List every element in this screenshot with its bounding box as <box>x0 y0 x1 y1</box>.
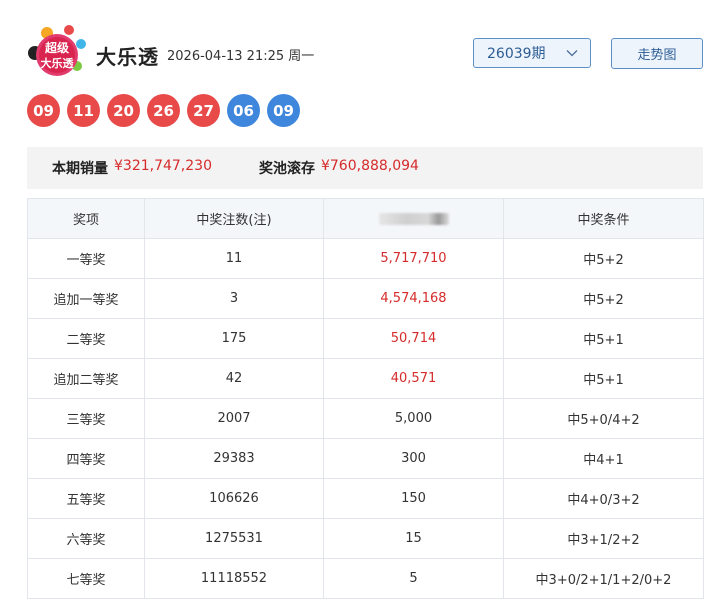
column-header-condition: 中奖条件 <box>503 198 704 239</box>
table-row: 三等奖 2007 5,000 中5+0/4+2 <box>27 398 704 439</box>
prize-cell: 追加二等奖 <box>27 358 145 399</box>
front-ball: 11 <box>67 94 100 127</box>
condition-cell: 中5+1 <box>503 358 704 399</box>
table-row: 追加一等奖 3 4,574,168 中5+2 <box>27 278 704 319</box>
count-cell: 3 <box>144 278 324 319</box>
table-row: 七等奖 11118552 5 中3+0/2+1/1+2/0+2 <box>27 558 704 599</box>
condition-cell: 中5+2 <box>503 278 704 319</box>
front-ball: 09 <box>27 94 60 127</box>
count-cell: 1275531 <box>144 518 324 559</box>
count-cell: 29383 <box>144 438 324 479</box>
sales-summary: 本期销量 ¥321,747,230 奖池滚存 ¥760,888,094 <box>27 147 703 189</box>
prize-cell: 五等奖 <box>27 478 145 519</box>
table-row: 一等奖 11 5,717,710 中5+2 <box>27 238 704 279</box>
prize-cell: 追加一等奖 <box>27 278 145 319</box>
amount-cell: 5 <box>323 558 504 599</box>
condition-cell: 中3+1/2+2 <box>503 518 704 559</box>
amount-cell: 4,574,168 <box>323 278 504 319</box>
count-cell: 2007 <box>144 398 324 439</box>
table-row: 追加二等奖 42 40,571 中5+1 <box>27 358 704 399</box>
amount-cell: 15 <box>323 518 504 559</box>
front-ball: 20 <box>107 94 140 127</box>
table-row: 六等奖 1275531 15 中3+1/2+2 <box>27 518 704 559</box>
prize-cell: 四等奖 <box>27 438 145 479</box>
lottery-logo: 超级 大乐透 <box>28 25 86 76</box>
prize-cell: 七等奖 <box>27 558 145 599</box>
prize-cell: 三等奖 <box>27 398 145 439</box>
logo-text-line1: 超级 <box>44 40 69 55</box>
prize-cell: 二等奖 <box>27 318 145 359</box>
amount-cell: 150 <box>323 478 504 519</box>
winning-numbers: 09 11 20 26 27 06 09 <box>27 94 300 127</box>
prize-cell: 一等奖 <box>27 238 145 279</box>
table-row: 二等奖 175 50,714 中5+1 <box>27 318 704 359</box>
column-header-amount <box>323 198 504 239</box>
page-title: 大乐透 <box>96 45 159 69</box>
column-header-prize: 奖项 <box>27 198 145 239</box>
condition-cell: 中5+1 <box>503 318 704 359</box>
count-cell: 42 <box>144 358 324 399</box>
sales-label: 本期销量 <box>52 161 108 177</box>
amount-cell: 50,714 <box>323 318 504 359</box>
condition-cell: 中4+0/3+2 <box>503 478 704 519</box>
table-row: 四等奖 29383 300 中4+1 <box>27 438 704 479</box>
amount-cell: 5,717,710 <box>323 238 504 279</box>
period-select[interactable]: 26039期 <box>473 38 591 68</box>
count-cell: 106626 <box>144 478 324 519</box>
trend-chart-button[interactable]: 走势图 <box>611 38 703 69</box>
front-ball: 26 <box>147 94 180 127</box>
condition-cell: 中4+1 <box>503 438 704 479</box>
amount-cell: 40,571 <box>323 358 504 399</box>
period-select-value: 26039期 <box>487 46 546 62</box>
table-header-row: 奖项 中奖注数(注) 中奖条件 <box>27 198 704 239</box>
chevron-down-icon <box>566 50 578 57</box>
prize-cell: 六等奖 <box>27 518 145 559</box>
blurred-header-text <box>378 212 449 225</box>
table-row: 五等奖 106626 150 中4+0/3+2 <box>27 478 704 519</box>
condition-cell: 中5+2 <box>503 238 704 279</box>
prize-table-body: 一等奖 11 5,717,710 中5+2 追加一等奖 3 4,574,168 中5+2 二等奖… <box>27 238 704 599</box>
count-cell: 11118552 <box>144 558 324 599</box>
back-ball: 06 <box>227 94 260 127</box>
prize-table: 奖项 中奖注数(注) 中奖条件 一等奖 11 5,717,710 中5+2 追加一等奖 3… <box>27 198 704 599</box>
count-cell: 11 <box>144 238 324 279</box>
pool-label: 奖池滚存 <box>258 161 315 177</box>
draw-time: 2026-04-13 21:25 周一 <box>167 49 315 64</box>
pool-value: ¥760,888,094 <box>320 158 419 174</box>
amount-cell: 300 <box>323 438 504 479</box>
amount-cell: 5,000 <box>323 398 504 439</box>
back-ball: 09 <box>267 94 300 127</box>
condition-cell: 中3+0/2+1/1+2/0+2 <box>503 558 704 599</box>
count-cell: 175 <box>144 318 324 359</box>
condition-cell: 中5+0/4+2 <box>503 398 704 439</box>
sales-value: ¥321,747,230 <box>114 158 212 174</box>
logo-text-line2: 大乐透 <box>41 56 75 70</box>
front-ball: 27 <box>187 94 220 127</box>
column-header-count: 中奖注数(注) <box>144 198 324 239</box>
